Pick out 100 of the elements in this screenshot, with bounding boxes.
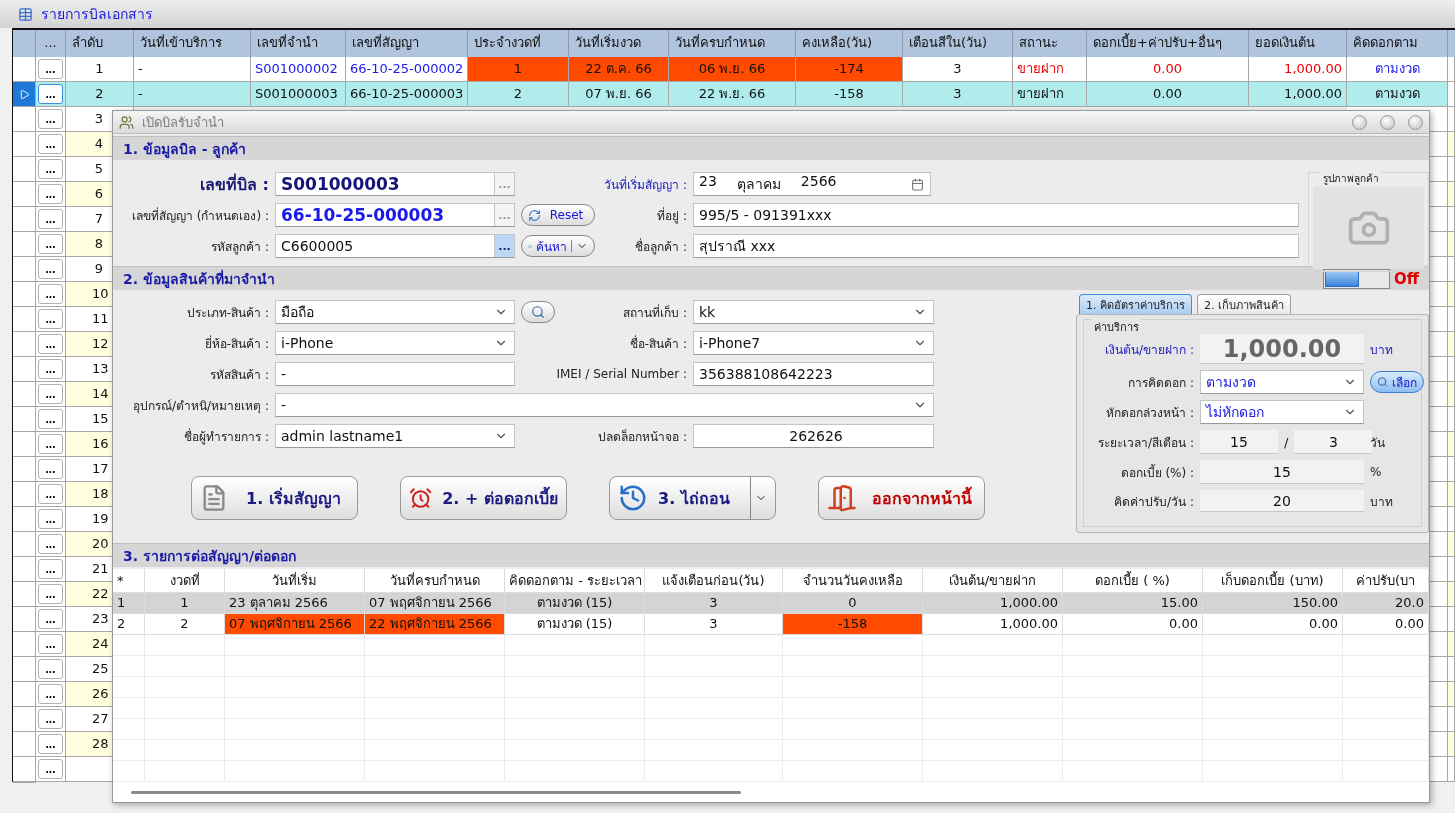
row-button[interactable]: ...	[38, 584, 63, 604]
action-button[interactable]: 2. + ต่อดอกเบี้ย	[400, 476, 567, 520]
table-cell: 0.00	[1087, 82, 1249, 107]
contract-number-field[interactable]: 66-10-25-000003 ...	[275, 203, 515, 227]
choose-button[interactable]: เลือก	[1370, 371, 1424, 393]
row-number: 4	[93, 135, 105, 153]
period-field: 15	[1200, 430, 1278, 454]
field-label: ชื่อลูกค้า :	[634, 237, 687, 256]
dropdown-field[interactable]: -	[275, 393, 934, 417]
search-button[interactable]: ค้นหา	[521, 235, 595, 257]
table-cell: -	[134, 82, 251, 107]
row-button[interactable]: ...	[38, 84, 63, 104]
row-button[interactable]: ...	[38, 209, 63, 229]
row-button[interactable]: ...	[38, 234, 63, 254]
dropdown-field[interactable]: ไม่หักดอก	[1200, 400, 1364, 424]
row-number: 11	[92, 310, 106, 328]
history-icon	[618, 483, 648, 513]
customer-code-field[interactable]: C6600005 ...	[275, 234, 515, 258]
row-button[interactable]: ...	[38, 684, 63, 704]
search-button[interactable]	[521, 301, 555, 323]
browse-button[interactable]: ...	[494, 235, 514, 257]
row-button[interactable]: ...	[38, 284, 63, 304]
reset-button[interactable]: Reset	[521, 204, 595, 226]
row-number: 9	[93, 260, 105, 278]
row-button[interactable]: ...	[38, 359, 63, 379]
table-cell: 20.0	[1343, 593, 1429, 614]
input-field[interactable]: 356388108642223	[693, 362, 934, 386]
search-icon	[531, 305, 545, 319]
table-cell: 1,000.00	[923, 593, 1063, 614]
table-cell: 0.00	[1087, 57, 1249, 82]
dropdown-field[interactable]: i-Phone	[275, 331, 515, 355]
row-button[interactable]: ...	[38, 484, 63, 504]
dropdown-field[interactable]: มือถือ	[275, 300, 515, 324]
input-field[interactable]: -	[275, 362, 515, 386]
refresh-icon	[528, 208, 541, 222]
row-button[interactable]: ...	[38, 184, 63, 204]
row-button[interactable]: ...	[38, 259, 63, 279]
dropdown-field[interactable]: i-Phone7	[693, 331, 934, 355]
row-button[interactable]: ...	[38, 409, 63, 429]
row-button[interactable]: ...	[38, 534, 63, 554]
field-label: ปลดล็อกหน้าจอ :	[597, 428, 687, 446]
unit-label: %	[1370, 465, 1383, 479]
row-button[interactable]: ...	[38, 159, 63, 179]
dropdown-field[interactable]: kk	[693, 300, 934, 324]
row-button[interactable]: ...	[38, 59, 63, 79]
table-cell: 0.00	[1343, 614, 1429, 635]
row-button[interactable]: ...	[38, 309, 63, 329]
bill-number-field[interactable]: S001000003 ...	[275, 172, 515, 196]
row-button[interactable]: ...	[38, 434, 63, 454]
search-icon	[1377, 376, 1388, 388]
row-button[interactable]: ...	[38, 709, 63, 729]
window-button[interactable]	[1380, 114, 1395, 130]
row-number: 16	[92, 435, 106, 453]
row-number: 28	[92, 735, 106, 753]
table-cell: 2	[66, 82, 134, 107]
row-button[interactable]: ...	[38, 659, 63, 679]
dropdown-field[interactable]: ตามงวด	[1200, 370, 1364, 394]
row-button[interactable]: ...	[38, 609, 63, 629]
separator-text: /	[1284, 434, 1289, 450]
unit-label: วัน	[1370, 434, 1386, 452]
field-label: ชื่อ-สินค้า :	[628, 334, 687, 353]
table-cell: 1	[113, 593, 145, 614]
row-button[interactable]: ...	[38, 384, 63, 404]
interest-rate-field: 15	[1200, 460, 1364, 484]
row-button[interactable]: ...	[38, 634, 63, 654]
action-button[interactable]: 3. ไถ่ถอน	[609, 476, 776, 520]
tab[interactable]: 1. คิดอัตราค่าบริการ	[1079, 294, 1192, 314]
row-number: 23	[92, 610, 106, 628]
row-number: 8	[93, 235, 105, 253]
arrow-right-icon	[18, 88, 30, 100]
field-label: ระยะเวลา/สีเตือน :	[1097, 434, 1194, 452]
action-button[interactable]: ออกจากหน้านี้	[818, 476, 985, 520]
photo-label: รูปภาพลูกค้า	[1321, 171, 1381, 186]
window-button[interactable]	[1352, 114, 1367, 130]
table-cell: 3	[645, 593, 783, 614]
window-button[interactable]	[1408, 114, 1423, 130]
row-button[interactable]: ...	[38, 334, 63, 354]
input-field[interactable]: 262626	[693, 424, 934, 448]
toggle-switch[interactable]	[1323, 268, 1391, 289]
action-button[interactable]: 1. เริ่มสัญญา	[191, 476, 358, 520]
row-button[interactable]: ...	[38, 134, 63, 154]
date-field[interactable]: 23 ตุลาคม 2566	[693, 172, 931, 196]
address-field[interactable]: 995/5 - 091391xxx	[693, 203, 1299, 227]
horizontal-scrollbar[interactable]	[131, 791, 741, 794]
dropdown-field[interactable]: admin lastname1	[275, 424, 515, 448]
toggle-thumb[interactable]	[1325, 270, 1360, 287]
principal-field: 1,000.00	[1200, 334, 1364, 364]
field-label: สถานที่เก็บ :	[622, 303, 687, 322]
tab[interactable]: 2. เก็บภาพสินค้า	[1197, 294, 1291, 314]
row-button[interactable]: ...	[38, 459, 63, 479]
field-label: การคิดดอก :	[1127, 374, 1194, 392]
row-button[interactable]: ...	[38, 109, 63, 129]
customer-name-field[interactable]: สุปราณี xxx	[693, 234, 1299, 258]
row-number: 19	[92, 510, 106, 528]
row-button[interactable]: ...	[38, 759, 63, 779]
row-button[interactable]: ...	[38, 559, 63, 579]
row-button[interactable]: ...	[38, 734, 63, 754]
row-button[interactable]: ...	[38, 509, 63, 529]
table-cell: 2	[145, 614, 225, 635]
row-number: 13	[92, 360, 106, 378]
